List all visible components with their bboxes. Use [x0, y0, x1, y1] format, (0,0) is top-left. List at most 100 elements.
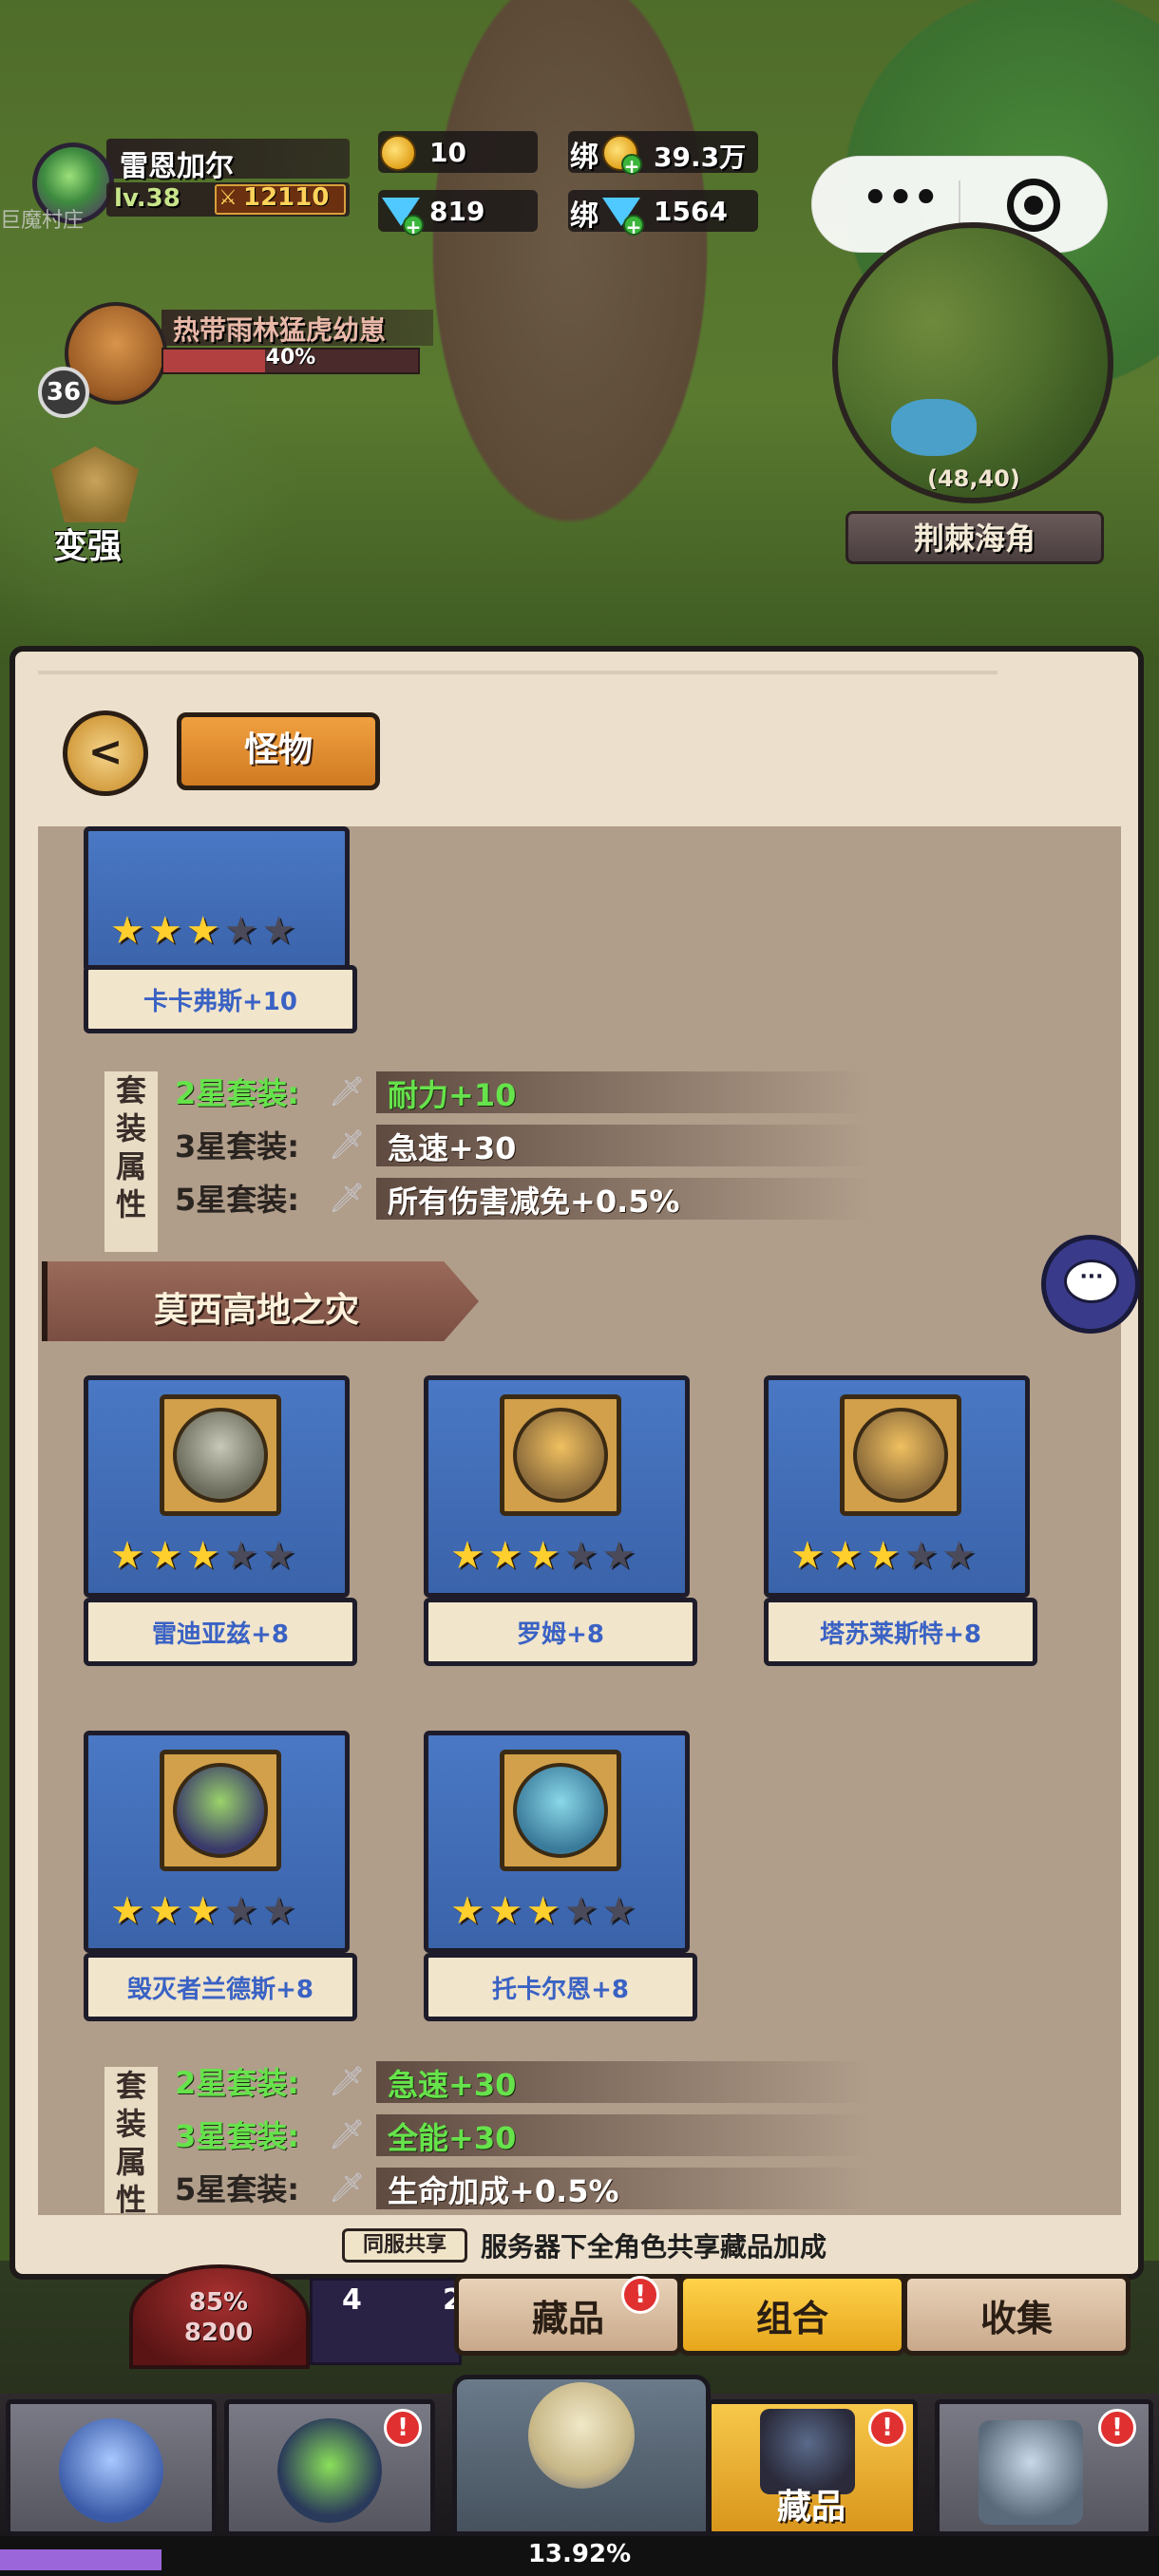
monster-portrait-icon	[173, 1408, 268, 1503]
card-name: 托卡尔恩	[492, 1976, 592, 2004]
card-label: 雷迪亚兹+8	[84, 1615, 357, 1650]
nav-collection-alert: !	[868, 2409, 906, 2447]
set-bonus-value: 生命加成+0.5%	[388, 2173, 619, 2209]
crossed-swords-icon: ⚔	[218, 186, 238, 210]
card-name: 塔苏莱斯特	[820, 1620, 944, 1649]
monster-portrait-icon	[513, 1763, 608, 1858]
star-empty-icon: ★	[601, 1534, 640, 1578]
star-empty-icon: ★	[903, 1534, 942, 1578]
card-bonus: +8	[591, 1976, 629, 2004]
player-level: lv.38	[114, 184, 180, 213]
set-title-char: 性	[115, 2182, 146, 2213]
collection-card[interactable]: ★★★★★ 托卡尔恩+8	[424, 1731, 697, 2029]
set-bonus-rank: 3星套装:	[175, 1128, 300, 1165]
star-filled-icon: ★	[790, 1534, 828, 1578]
star-filled-icon: ★	[525, 1889, 564, 1933]
card-name: 罗姆	[517, 1620, 567, 1649]
set-bonus-row: 3星套装: 🗡 急速+30	[175, 1123, 897, 1168]
star-filled-icon: ★	[185, 1889, 224, 1933]
gems-value: 819	[429, 196, 485, 227]
star-empty-icon: ★	[601, 1889, 640, 1933]
card-label: 托卡尔恩+8	[424, 1970, 697, 2005]
star-filled-icon: ★	[110, 1889, 148, 1933]
star-filled-icon: ★	[865, 1534, 904, 1578]
set-bonus-row: 2星套装: 🗡 耐力+10	[175, 1070, 897, 1115]
card-stars: ★★★★★	[790, 1537, 1018, 1575]
card-name: 雷迪亚兹	[152, 1620, 252, 1649]
sword-icon: 🗡	[329, 2065, 366, 2098]
crystal-rock-icon	[59, 2418, 163, 2523]
minimap[interactable]	[832, 222, 1113, 503]
card-bonus: +8	[566, 1620, 604, 1649]
card-bonus: +8	[251, 1620, 289, 1649]
card-bonus: +8	[943, 1620, 981, 1649]
set-title-char: 属	[115, 1148, 146, 1184]
star-filled-icon: ★	[185, 909, 224, 953]
skull-crossed-swords-icon	[528, 2382, 635, 2489]
card-stars: ★★★★★	[110, 1892, 338, 1930]
collection-card[interactable]: ★★★★★ 塔苏莱斯特+8	[764, 1375, 1037, 1674]
subtab-gather-label: 收集	[979, 2298, 1053, 2339]
star-empty-icon: ★	[223, 1889, 262, 1933]
star-filled-icon: ★	[450, 1889, 488, 1933]
panel-header-divider	[38, 671, 998, 674]
star-filled-icon: ★	[110, 1534, 148, 1578]
star-filled-icon: ★	[487, 1889, 526, 1933]
shared-bonus-note: 服务器下全角色共享藏品加成	[481, 2231, 827, 2263]
card-stars: ★★★★★	[450, 1537, 678, 1575]
card-name: 卡卡弗斯	[143, 988, 243, 1016]
card-stars: ★★★★★	[110, 912, 338, 950]
stronger-label[interactable]: 变强	[53, 519, 122, 568]
capsule-divider	[959, 180, 960, 228]
card-bonus: +10	[242, 988, 297, 1016]
back-arrow-icon[interactable]: <	[63, 710, 148, 796]
star-filled-icon: ★	[147, 1889, 186, 1933]
set-bonus-value: 急速+30	[388, 1130, 517, 1166]
collection-card[interactable]: ★★★★★ 罗姆+8	[424, 1375, 697, 1674]
chat-bubble-icon[interactable]: ···	[1064, 1260, 1119, 1303]
set-bonus-value: 全能+30	[388, 2120, 517, 2156]
bound-gems-value: 1564	[654, 196, 728, 227]
skill-slot[interactable]	[310, 2278, 462, 2365]
bound-gold-value: 39.3万	[654, 142, 747, 173]
star-filled-icon: ★	[147, 1534, 186, 1578]
collection-card-kakafusi[interactable]: ★★★★★ 卡卡弗斯+10	[84, 798, 357, 1096]
sword-icon: 🗡	[329, 2118, 366, 2151]
nav-hero-alert: !	[384, 2409, 422, 2447]
subtab-combo-label: 组合	[755, 2298, 828, 2339]
set-bonus-row: 5星套装: 🗡 所有伤害减免+0.5%	[175, 1176, 897, 1222]
set-title-char: 装	[115, 1110, 146, 1146]
bound-gold-label: 绑	[570, 141, 598, 174]
target-level: 36	[38, 367, 89, 418]
star-filled-icon: ★	[827, 1534, 866, 1578]
hp-percent: 85%	[188, 2288, 249, 2317]
set-title-char: 装	[115, 2106, 146, 2142]
card-stars: ★★★★★	[110, 1537, 338, 1575]
star-empty-icon: ★	[223, 1534, 262, 1578]
collection-card[interactable]: ★★★★★ 雷迪亚兹+8	[84, 1375, 357, 1674]
star-empty-icon: ★	[563, 1534, 602, 1578]
monster-portrait-icon	[853, 1408, 948, 1503]
gems-add-icon[interactable]: +	[403, 215, 424, 237]
skill-slot-count: 4	[342, 2283, 362, 2317]
bound-gold-add-icon[interactable]: +	[621, 154, 642, 177]
bound-gems-add-icon[interactable]: +	[623, 215, 644, 237]
card-label: 卡卡弗斯+10	[84, 982, 357, 1017]
castle-icon	[978, 2420, 1083, 2525]
set-bonus-rank: 3星套装:	[175, 2118, 300, 2154]
set-bonus-value: 耐力+10	[388, 1077, 517, 1113]
set-title-char: 属	[115, 2144, 146, 2180]
map-coordinates: (48,40)	[927, 465, 1020, 492]
monster-portrait-icon	[513, 1408, 608, 1503]
target-hp-text: 40%	[265, 346, 316, 369]
faded-location-label: 巨魔村庄	[0, 209, 85, 233]
set-bonus-row: 3星套装: 🗡 全能+30	[175, 2112, 897, 2158]
set-title-char: 套	[115, 2068, 146, 2104]
sword-icon: 🗡	[329, 2171, 366, 2205]
bound-gems-label: 绑	[570, 199, 598, 233]
star-filled-icon: ★	[525, 1534, 564, 1578]
experience-percent: 13.92%	[527, 2540, 632, 2568]
set-bonus-title: 套 装 属 性	[104, 1071, 158, 1252]
collection-card[interactable]: ★★★★★ 毁灭者兰德斯+8	[84, 1731, 357, 2029]
hp-readout: 85% 8200	[133, 2287, 304, 2348]
